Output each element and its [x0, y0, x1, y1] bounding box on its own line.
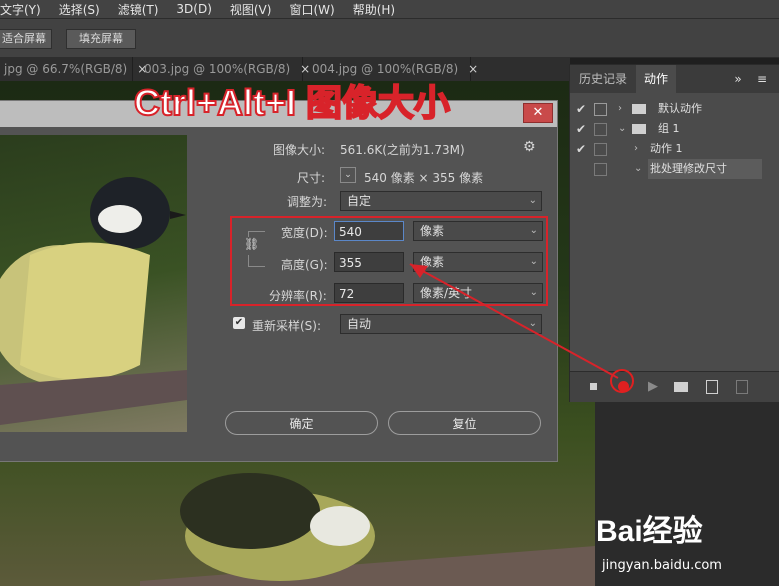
menu-window[interactable]: 窗口(W): [289, 1, 334, 18]
action-set-row[interactable]: ✔ › 默认动作: [570, 99, 779, 119]
chevron-down-icon: ⌄: [528, 195, 537, 206]
close-icon[interactable]: ✕: [523, 103, 553, 123]
options-bar: 适合屏幕 填充屏幕: [0, 18, 779, 58]
menu-3d[interactable]: 3D(D): [176, 2, 211, 16]
tab-document-1[interactable]: jpg @ 66.7%(RGB/8) ×: [0, 57, 147, 81]
watermark-url: jingyan.baidu.com: [602, 558, 722, 573]
dimensions-value: 540 像素 × 355 像素: [364, 171, 484, 185]
action-label: 动作 1: [650, 142, 683, 155]
dialog-toggle-icon[interactable]: [594, 123, 607, 136]
baidu-watermark: Bai经验 jingyan.baidu.com: [596, 500, 776, 580]
resample-label: 重新采样(S):: [252, 319, 322, 333]
collapse-chevron-icon[interactable]: ⌄: [634, 159, 642, 179]
dialog-toggle-icon[interactable]: [594, 103, 607, 116]
menu-select[interactable]: 选择(S): [59, 1, 100, 18]
panel-menu-icon[interactable]: ≡: [752, 65, 772, 93]
expand-chevron-icon[interactable]: ›: [634, 139, 638, 159]
gear-icon[interactable]: ⚙: [523, 139, 536, 155]
fit-to-label: 调整为:: [287, 195, 328, 209]
overlay-title: Ctrl+Alt+I 图像大小: [133, 81, 451, 124]
menu-help[interactable]: 帮助(H): [353, 1, 395, 18]
fit-to-value: 自定: [347, 194, 372, 208]
play-icon[interactable]: ▶: [648, 379, 658, 394]
fill-screen-button[interactable]: 填充屏幕: [66, 29, 136, 49]
menu-view[interactable]: 视图(V): [230, 1, 272, 18]
action-step-label: 批处理修改尺寸: [648, 159, 762, 179]
dialog-toggle-icon[interactable]: [594, 143, 607, 156]
check-icon[interactable]: ✔: [576, 119, 588, 139]
folder-icon: [632, 104, 646, 114]
image-preview[interactable]: [0, 135, 187, 432]
menu-bar: 文字(Y) 选择(S) 滤镜(T) 3D(D) 视图(V) 窗口(W) 帮助(H…: [0, 0, 779, 18]
dimensions-dropdown-icon[interactable]: ⌄: [340, 167, 356, 183]
check-icon[interactable]: ✔: [576, 99, 588, 119]
action-row[interactable]: ✔ › 动作 1: [570, 139, 779, 159]
folder-icon: [632, 124, 646, 134]
new-action-icon[interactable]: [706, 380, 718, 394]
expand-chevron-icon[interactable]: ›: [618, 99, 622, 119]
action-set-label: 默认动作: [658, 102, 702, 115]
collapse-chevron-icon[interactable]: ⌄: [618, 119, 626, 139]
action-step-row[interactable]: ⌄ 批处理修改尺寸: [570, 159, 779, 179]
reset-button[interactable]: 复位: [388, 411, 541, 435]
trash-icon[interactable]: [736, 380, 748, 394]
dialog-toggle-icon[interactable]: [594, 163, 607, 176]
action-group-label: 组 1: [658, 122, 680, 135]
panel-collapse-icon[interactable]: »: [728, 65, 748, 93]
watermark-brand: Bai经验: [596, 515, 703, 548]
panel-tab-bar: 历史记录 动作 » ≡: [570, 65, 779, 93]
resample-checkbox[interactable]: ✔: [233, 317, 245, 329]
menu-filter[interactable]: 滤镜(T): [118, 1, 159, 18]
dimensions-label: 尺寸:: [297, 171, 326, 185]
ok-button[interactable]: 确定: [225, 411, 378, 435]
check-icon[interactable]: ✔: [576, 139, 588, 159]
menu-type[interactable]: 文字(Y): [0, 1, 41, 18]
fit-screen-button[interactable]: 适合屏幕: [0, 29, 52, 49]
image-size-label: 图像大小:: [273, 143, 326, 157]
tab-history[interactable]: 历史记录: [570, 65, 636, 93]
close-tab-icon[interactable]: ×: [468, 62, 478, 76]
image-size-value: 561.6K(之前为1.73M): [340, 143, 465, 157]
fit-to-select[interactable]: 自定 ⌄: [340, 191, 542, 211]
tab-actions[interactable]: 动作: [636, 65, 676, 93]
new-set-folder-icon[interactable]: [674, 382, 688, 392]
action-group-row[interactable]: ✔ ⌄ 组 1: [570, 119, 779, 139]
resample-value: 自动: [347, 317, 372, 331]
annotation-arrow-icon: [409, 263, 619, 379]
tab-label: jpg @ 66.7%(RGB/8): [4, 62, 128, 76]
bird-preview-image: [0, 177, 187, 425]
